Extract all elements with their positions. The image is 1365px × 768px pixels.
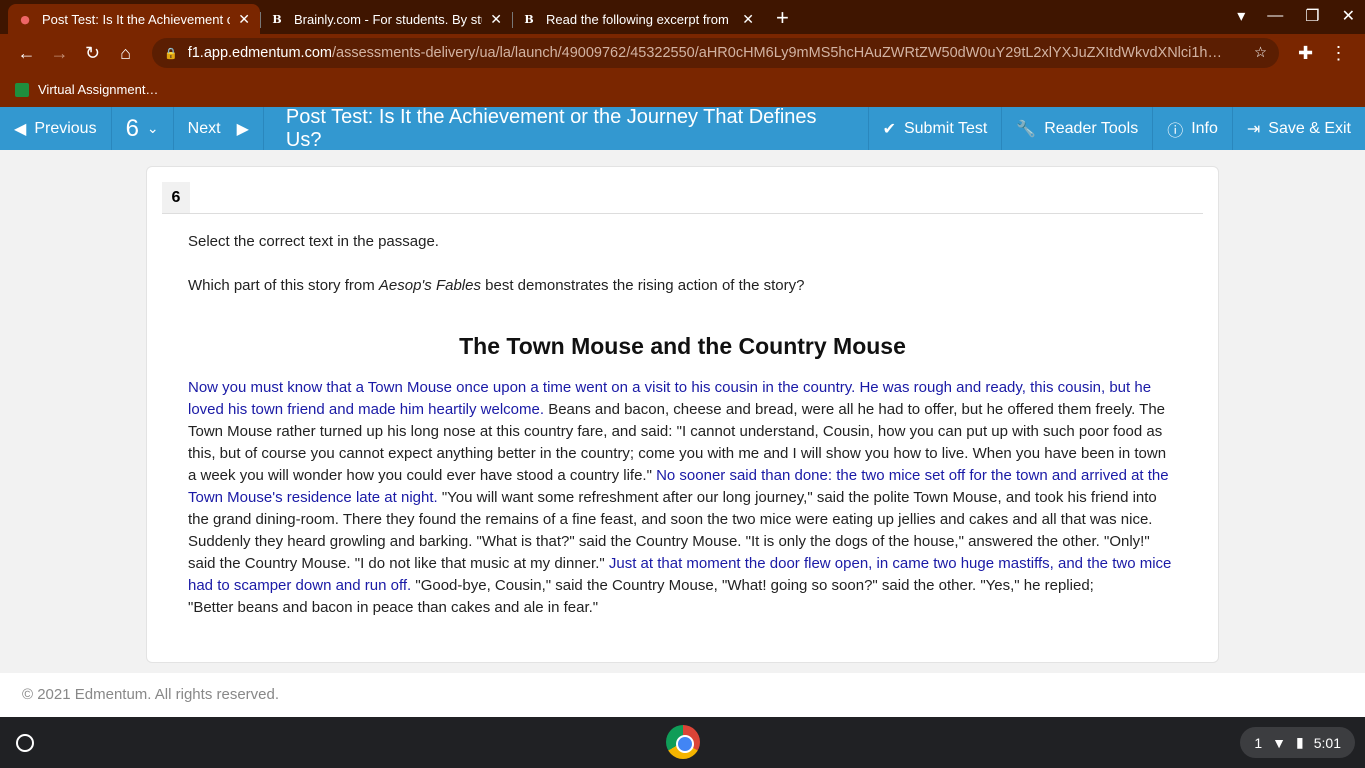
arrow-left-circle-icon: ◀ — [14, 120, 27, 138]
passage-moral: "Better beans and bacon in peace than ca… — [188, 599, 599, 616]
edmentum-favicon-icon: ● — [20, 12, 30, 26]
new-tab-button[interactable]: + — [776, 4, 789, 34]
instruction: Select the correct text in the passage. — [188, 233, 439, 250]
previous-label: Previous — [34, 119, 97, 137]
close-tab-icon[interactable]: ✕ — [238, 11, 250, 28]
passage-title: The Town Mouse and the Country Mouse — [459, 333, 906, 359]
tab-title: Post Test: Is It the Achievement or the … — [42, 11, 230, 27]
close-tab-icon[interactable]: ✕ — [742, 11, 754, 28]
classroom-icon — [15, 82, 29, 97]
tab-brainly[interactable]: B Brainly.com - For students. By students… — [260, 4, 512, 34]
arrow-right-circle-icon: ▶ — [236, 120, 249, 138]
reader-tools-button[interactable]: 🔧 Reader Tools — [1002, 107, 1154, 150]
clock: 5:01 — [1313, 734, 1341, 751]
reload-icon[interactable]: ↻ — [76, 43, 109, 64]
check-circle-icon: ✔ — [882, 120, 896, 138]
brainly-favicon-icon: B — [524, 12, 534, 26]
launcher-icon[interactable] — [16, 734, 34, 752]
sign-in-icon: ⇥ — [1246, 120, 1261, 138]
lock-icon: 🔒 — [164, 47, 178, 60]
tab-edmentum[interactable]: ● Post Test: Is It the Achievement or the… — [8, 4, 260, 34]
question-number: 6 — [125, 114, 139, 142]
restore-icon[interactable]: ❐ — [1305, 6, 1319, 26]
next-button[interactable]: Next ▶ — [174, 107, 264, 150]
prompt-text: best demonstrates the rising action of t… — [480, 277, 805, 294]
url-path: /assessments-delivery/ua/la/launch/49009… — [331, 45, 1222, 61]
submit-label: Submit Test — [903, 119, 988, 137]
divider — [162, 213, 1203, 214]
submit-test-button[interactable]: ✔ Submit Test — [869, 107, 1003, 150]
close-tab-icon[interactable]: ✕ — [490, 11, 502, 28]
forward-icon[interactable]: → — [43, 43, 76, 64]
info-button[interactable]: ⓘ Info — [1153, 107, 1233, 150]
notification-count: 1 — [1254, 734, 1263, 751]
tab-strip: ● Post Test: Is It the Achievement or the… — [0, 0, 1365, 34]
previous-button[interactable]: ◀ Previous — [0, 107, 112, 150]
question-number-badge: 6 — [162, 182, 190, 213]
question-card: 6 Select the correct text in the passage… — [146, 166, 1219, 663]
passage: Now you must know that a Town Mouse once… — [188, 377, 1176, 619]
question-selector[interactable]: 6 ⌄ — [112, 107, 174, 150]
reader-tools-label: Reader Tools — [1044, 119, 1139, 137]
back-icon[interactable]: ← — [10, 43, 43, 64]
tab-title: Brainly.com - For students. By students. — [294, 11, 482, 27]
tab-title: Read the following excerpt from — [546, 11, 729, 27]
address-bar[interactable]: 🔒 f1.app.edmentum.com/assessments-deliver… — [152, 38, 1279, 68]
wrench-icon: 🔧 — [1016, 120, 1037, 138]
url-host: f1.app.edmentum.com — [187, 45, 332, 61]
test-title: Post Test: Is It the Achievement or the … — [264, 106, 869, 151]
home-icon[interactable]: ⌂ — [109, 43, 142, 64]
os-shelf: 1 ▼ ▮ 5:01 — [0, 717, 1365, 768]
footer-copyright: © 2021 Edmentum. All rights reserved. — [0, 673, 1365, 717]
tab-search-icon[interactable]: ▾ — [1237, 6, 1245, 26]
bookmark-star-icon[interactable]: ☆ — [1244, 45, 1267, 61]
bookmark-virtual-assignment[interactable]: Virtual Assignment… — [38, 82, 158, 97]
question-prompt: Which part of this story from Aesop's Fa… — [188, 277, 805, 294]
brainly-favicon-icon: B — [272, 12, 282, 26]
extensions-icon[interactable]: ✚ — [1289, 43, 1322, 64]
info-icon: ⓘ — [1167, 122, 1184, 140]
battery-icon: ▮ — [1296, 734, 1304, 750]
status-tray[interactable]: 1 ▼ ▮ 5:01 — [1240, 727, 1355, 758]
prompt-source: Aesop's Fables — [378, 277, 481, 294]
info-label: Info — [1191, 119, 1218, 137]
next-label: Next — [187, 119, 221, 137]
chevron-down-icon: ⌄ — [146, 120, 159, 136]
wifi-icon: ▼ — [1272, 734, 1287, 751]
save-exit-button[interactable]: ⇥ Save & Exit — [1233, 107, 1365, 150]
menu-icon[interactable]: ⋮ — [1322, 43, 1355, 64]
tab-brainly-excerpt[interactable]: B Read the following excerpt from ✕ — [512, 4, 764, 34]
save-exit-label: Save & Exit — [1268, 119, 1351, 137]
selectable-passage-segment[interactable]: Now you must know that a Town Mouse once… — [188, 379, 859, 396]
minimize-icon[interactable]: — — [1267, 7, 1283, 25]
close-window-icon[interactable]: ✕ — [1342, 6, 1355, 26]
prompt-text: Which part of this story from — [188, 277, 379, 294]
chrome-icon[interactable] — [666, 725, 700, 759]
passage-text: "Good-bye, Cousin," said the Country Mou… — [415, 577, 1094, 594]
